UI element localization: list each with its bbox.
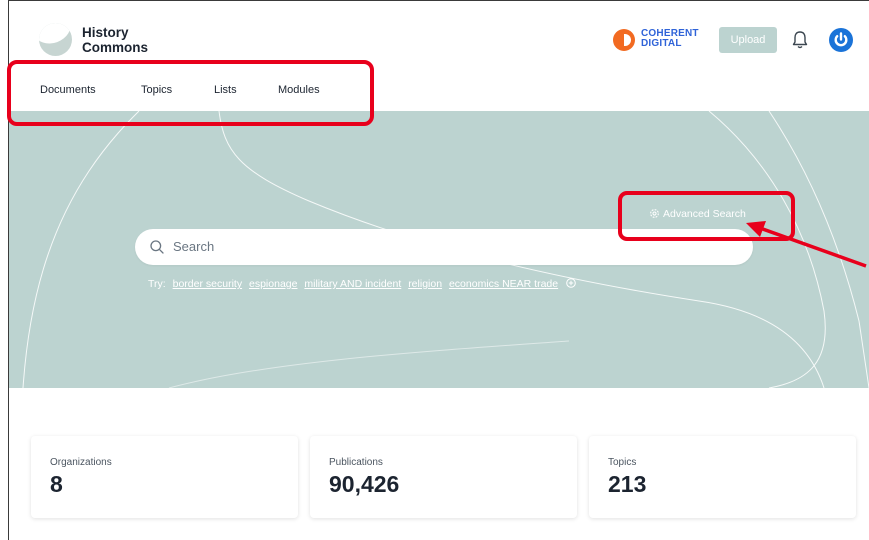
site-logo-text[interactable]: History Commons xyxy=(82,25,148,55)
partner-line-2: DIGITAL xyxy=(641,38,682,49)
suggestion-link[interactable]: economics NEAR trade xyxy=(449,278,558,290)
stat-value: 90,426 xyxy=(329,471,400,497)
annotation-arrow-icon xyxy=(746,221,867,268)
stat-card-publications[interactable]: Publications 90,426 xyxy=(310,436,577,518)
try-label: Try: xyxy=(148,278,166,290)
search-suggestions: Try: border security espionage military … xyxy=(148,278,576,290)
logo-icon[interactable] xyxy=(39,23,72,56)
stat-label: Organizations xyxy=(50,457,112,468)
stat-label: Publications xyxy=(329,457,383,468)
stat-label: Topics xyxy=(608,457,637,468)
annotation-box-nav xyxy=(7,60,374,126)
search-icon xyxy=(150,240,164,254)
bell-icon[interactable] xyxy=(791,30,809,50)
upload-button[interactable]: Upload xyxy=(719,27,777,53)
logo-line-2: Commons xyxy=(82,40,149,55)
coherent-digital-logo-icon[interactable] xyxy=(613,29,635,51)
search-placeholder: Search xyxy=(173,239,215,254)
stat-value: 8 xyxy=(50,471,63,497)
stat-value: 213 xyxy=(608,471,647,497)
stat-card-organizations[interactable]: Organizations 8 xyxy=(31,436,298,518)
suggestion-link[interactable]: espionage xyxy=(249,278,297,290)
suggestion-link[interactable]: border security xyxy=(173,278,242,290)
stat-card-topics[interactable]: Topics 213 xyxy=(589,436,856,518)
suggestion-link[interactable]: religion xyxy=(408,278,442,290)
suggestion-link[interactable]: military AND incident xyxy=(304,278,401,290)
power-icon[interactable] xyxy=(829,28,853,52)
logo-line-1: History xyxy=(82,25,129,40)
circle-plus-icon[interactable] xyxy=(566,278,576,288)
partner-logo-text[interactable]: COHERENT DIGITAL xyxy=(641,29,699,49)
